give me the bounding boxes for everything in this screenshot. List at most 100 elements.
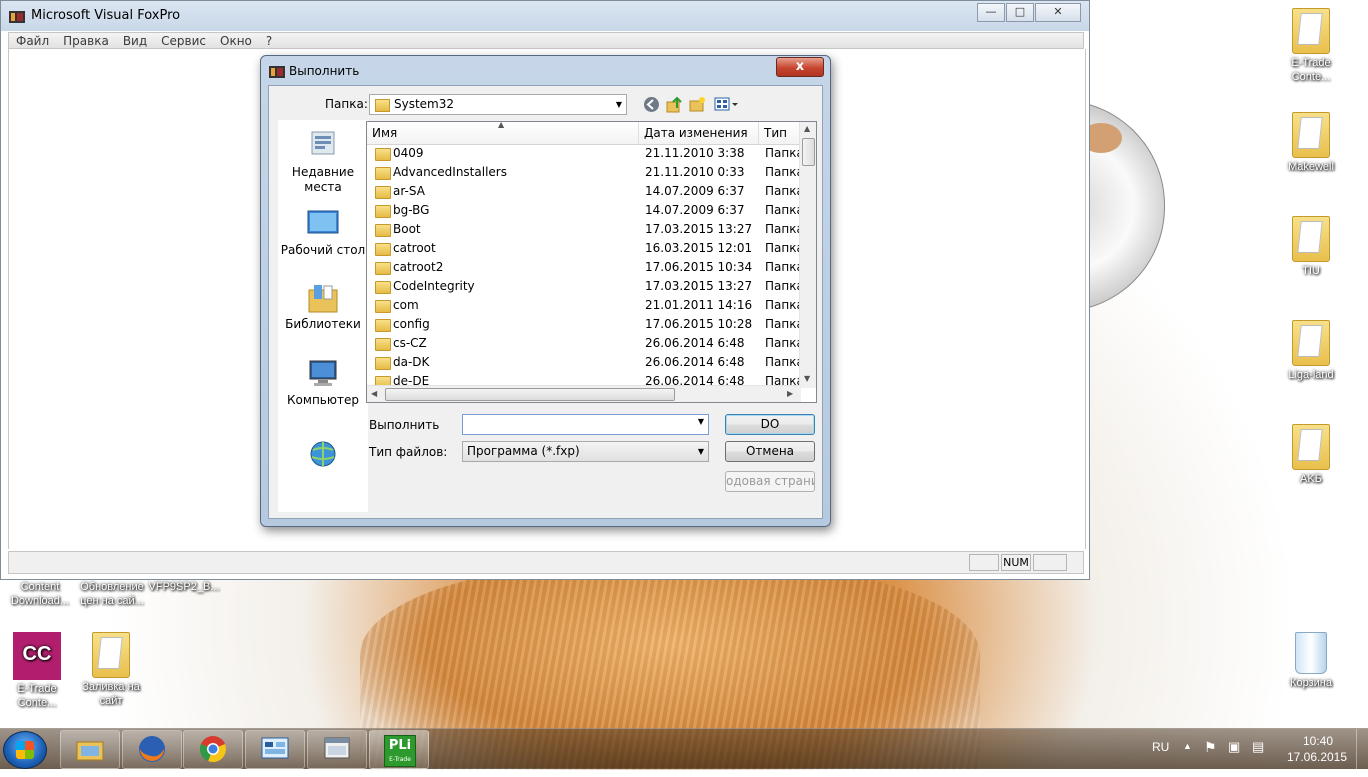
menu-tools[interactable]: Сервис xyxy=(154,33,213,48)
list-item[interactable]: bg-BG 14.07.2009 6:37 Папка xyxy=(367,201,804,220)
list-item[interactable]: AdvancedInstallers 21.11.2010 0:33 Папка xyxy=(367,163,804,182)
desktop-icon-recycle-bin[interactable]: Корзина xyxy=(1271,632,1351,690)
desktop-icon-content-download[interactable]: Content Download... xyxy=(0,580,80,608)
foxpro-app-icon xyxy=(269,64,285,78)
clock-date[interactable]: 17.06.2015 xyxy=(1284,750,1350,764)
folder-icon xyxy=(375,281,391,294)
list-item[interactable]: com 21.01.2011 14:16 Папка xyxy=(367,296,804,315)
horizontal-scrollbar[interactable]: ◀ ▶ xyxy=(367,385,801,402)
list-item[interactable]: catroot 16.03.2015 12:01 Папка xyxy=(367,239,804,258)
scroll-up-icon[interactable]: ▲ xyxy=(804,124,810,133)
list-item[interactable]: Boot 17.03.2015 13:27 Папка xyxy=(367,220,804,239)
file-rows: 0409 21.11.2010 3:38 Папка AdvancedInstall… xyxy=(367,144,804,391)
column-date[interactable]: Дата изменения xyxy=(639,122,759,144)
do-button[interactable]: DO xyxy=(725,414,815,435)
menu-window[interactable]: Окно xyxy=(213,33,259,48)
folder-icon xyxy=(375,300,391,313)
taskbar-window-app[interactable] xyxy=(307,730,367,769)
desktop-icon-zalivka[interactable]: Заливка на сайт xyxy=(71,632,151,708)
chrome-icon xyxy=(200,736,226,762)
horizontal-scroll-thumb[interactable] xyxy=(385,388,675,401)
filetype-label: Тип файлов: xyxy=(369,445,448,459)
list-item[interactable]: config 17.06.2015 10:28 Папка xyxy=(367,315,804,334)
computer-icon xyxy=(306,358,340,390)
folder-icon xyxy=(375,243,391,256)
network-tray-icon[interactable]: ▣ xyxy=(1228,739,1240,755)
folder-icon xyxy=(1292,216,1330,262)
place-desktop[interactable]: Рабочий стол xyxy=(278,208,368,258)
desktop-icon-etrade-content[interactable]: CC E-Trade Conte... xyxy=(0,632,77,710)
pli-app-icon: PLi E-Trade xyxy=(384,735,416,767)
taskbar-control-panel[interactable] xyxy=(245,730,305,769)
back-icon[interactable] xyxy=(643,96,660,113)
list-item[interactable]: ar-SA 14.07.2009 6:37 Папка xyxy=(367,182,804,201)
view-menu-icon[interactable] xyxy=(714,96,740,113)
dialog-close-button[interactable]: x xyxy=(776,57,824,77)
start-button[interactable] xyxy=(3,731,47,769)
cancel-button[interactable]: Отмена xyxy=(725,441,815,462)
folder-combo-value: System32 xyxy=(394,97,455,111)
maximize-button[interactable]: □ xyxy=(1006,3,1034,22)
places-bar: Недавние места Рабочий стол Библиотеки К… xyxy=(278,120,368,512)
chevron-down-icon[interactable]: ▼ xyxy=(698,417,704,426)
recent-places-icon xyxy=(306,130,340,162)
folder-combo[interactable]: System32 ▼ xyxy=(369,94,627,115)
vfp-statusbar: NUM xyxy=(8,551,1084,574)
place-network[interactable] xyxy=(278,438,368,473)
scroll-down-icon[interactable]: ▼ xyxy=(804,374,810,383)
place-recent[interactable]: Недавние места xyxy=(278,130,368,195)
desktop-icon-makewell[interactable]: Makewell xyxy=(1271,112,1351,174)
folder-icon xyxy=(1292,8,1330,54)
tray-expand-icon[interactable]: ▲ xyxy=(1183,741,1192,751)
desktop-icon-liga-land[interactable]: Liga-land xyxy=(1271,320,1351,382)
folder-icon xyxy=(375,205,391,218)
folder-icon xyxy=(1292,112,1330,158)
folder-icon xyxy=(1292,424,1330,470)
desktop-icon-akb[interactable]: AKБ xyxy=(1271,424,1351,486)
taskbar-pli[interactable]: PLi E-Trade xyxy=(369,730,429,769)
vertical-scrollbar[interactable]: ▲ ▼ xyxy=(799,122,816,388)
run-input[interactable]: ▼ xyxy=(462,414,709,435)
menu-help[interactable]: ? xyxy=(259,33,279,48)
filetype-select[interactable]: Программа (*.fxp) ▼ xyxy=(462,441,709,462)
code-page-button[interactable]: одовая страница... xyxy=(725,471,815,492)
language-indicator[interactable]: RU xyxy=(1152,740,1169,754)
chevron-down-icon: ▼ xyxy=(615,100,622,109)
scroll-right-icon[interactable]: ▶ xyxy=(787,389,793,398)
desktop-icon-vfp9sp2[interactable]: VFP9SP2_B... xyxy=(144,580,224,594)
minimize-button[interactable]: — xyxy=(977,3,1005,22)
list-item[interactable]: da-DK 26.06.2014 6:48 Папка xyxy=(367,353,804,372)
desktop-icon-etrade[interactable]: E-Trade Conte... xyxy=(1271,8,1351,84)
vertical-scroll-thumb[interactable] xyxy=(802,138,815,166)
up-folder-icon[interactable] xyxy=(666,96,683,113)
scroll-left-icon[interactable]: ◀ xyxy=(371,389,377,398)
taskbar-chrome[interactable] xyxy=(183,730,243,769)
taskbar-firefox[interactable] xyxy=(122,730,182,769)
folder-icon xyxy=(375,338,391,351)
clock-time[interactable]: 10:40 xyxy=(1298,734,1338,748)
status-cell-num: NUM xyxy=(1001,554,1031,571)
show-desktop-button[interactable] xyxy=(1356,729,1368,769)
menu-edit[interactable]: Правка xyxy=(56,33,116,48)
folder-icon xyxy=(1292,320,1330,366)
close-button[interactable]: ✕ xyxy=(1035,3,1081,22)
desktop-icon-tiu[interactable]: TIU xyxy=(1271,216,1351,278)
action-center-flag-icon[interactable]: ⚑ xyxy=(1204,739,1217,756)
list-item[interactable]: cs-CZ 26.06.2014 6:48 Папка xyxy=(367,334,804,353)
libraries-icon xyxy=(306,282,340,314)
place-computer[interactable]: Компьютер xyxy=(278,358,368,408)
menu-file[interactable]: Файл xyxy=(9,33,56,48)
window-app-icon xyxy=(324,737,350,759)
vfp-menubar: Файл Правка Вид Сервис Окно ? xyxy=(8,32,1084,49)
desktop-icon-price-update[interactable]: Обновление цен на сай... xyxy=(72,580,152,608)
menu-view[interactable]: Вид xyxy=(116,33,154,48)
list-item[interactable]: catroot2 17.06.2015 10:34 Папка xyxy=(367,258,804,277)
explorer-icon xyxy=(76,741,104,761)
column-type[interactable]: Тип xyxy=(759,122,801,144)
list-item[interactable]: CodeIntegrity 17.03.2015 13:27 Папка xyxy=(367,277,804,296)
new-folder-icon[interactable] xyxy=(689,96,706,113)
taskbar-explorer[interactable] xyxy=(60,730,120,769)
list-item[interactable]: 0409 21.11.2010 3:38 Папка xyxy=(367,144,804,163)
battery-tray-icon[interactable]: ▤ xyxy=(1252,739,1264,755)
place-libraries[interactable]: Библиотеки xyxy=(278,282,368,332)
